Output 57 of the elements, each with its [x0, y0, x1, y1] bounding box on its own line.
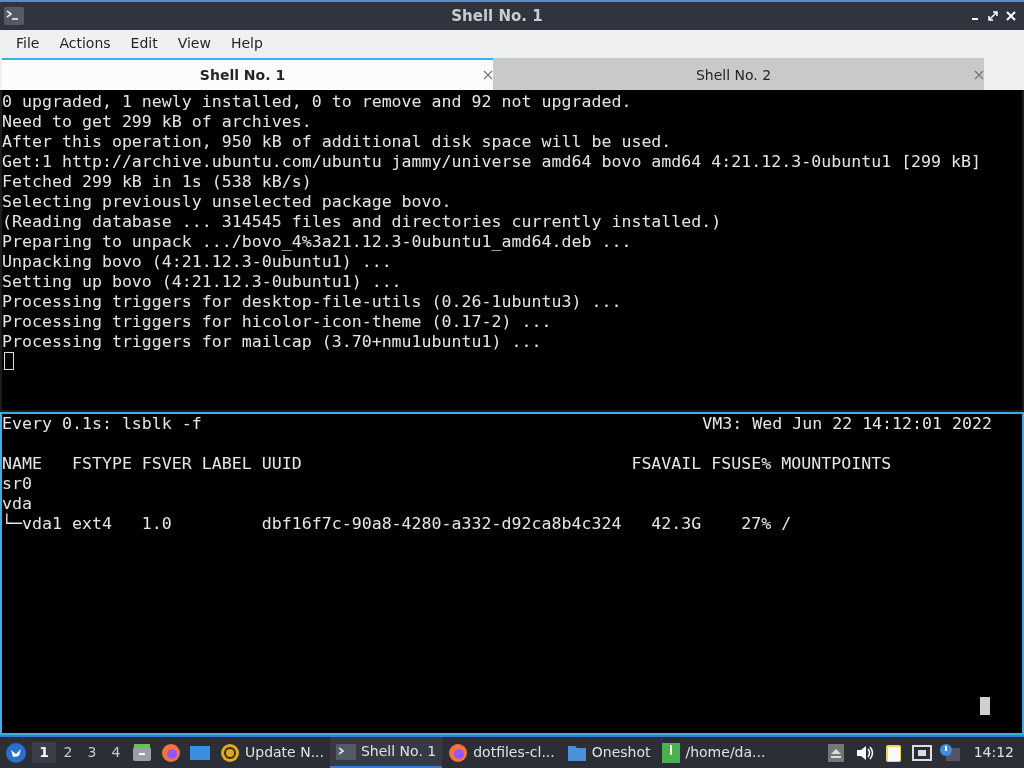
terminal-line: Unpacking bovo (4:21.12.3-0ubuntu1) ...: [2, 252, 393, 272]
taskbar-button[interactable]: /home/da...: [656, 737, 772, 768]
network-icon[interactable]: [911, 744, 932, 761]
text-cursor: [4, 352, 14, 370]
terminal-line: Setting up bovo (4:21.12.3-0ubuntu1) ...: [2, 272, 403, 292]
host-time: VM3: Wed Jun 22 14:12:01 2022: [702, 414, 992, 434]
terminal-icon: [4, 7, 24, 25]
browser-icon: [448, 742, 469, 763]
taskbar-button[interactable]: Shell No. 1: [330, 737, 443, 768]
terminal-line: Processing triggers for desktop-file-utils (0.26-1ubuntu3) ...: [2, 292, 623, 312]
terminal-line: Selecting previously unselected package bovo.: [2, 192, 453, 212]
speaker-icon[interactable]: [855, 744, 874, 761]
taskbar-button[interactable]: dotfiles-cl...: [442, 737, 561, 768]
browser-icon[interactable]: [161, 742, 181, 763]
terminal-line: NAME FSTYPE FSVER LABEL UUID FSAVAIL FSUSE% MOUNTPOINTS: [2, 454, 893, 474]
terminal-line: └─vda1 ext4 1.0 dbf16f7c-90a8-4280-a332-d92ca8b4c324 42.3G 27% /: [2, 514, 793, 534]
terminal-line: Need to get 299 kB of archives.: [2, 112, 313, 132]
menu-item[interactable]: Actions: [51, 32, 119, 54]
menu-item[interactable]: File: [8, 32, 48, 54]
app-menu-icon[interactable]: [6, 742, 26, 763]
terminal-line: (Reading database ... 314545 files and directories currently installed.): [2, 212, 723, 232]
tab[interactable]: Shell No. 2: [493, 58, 984, 90]
terminal-line: Processing triggers for mailcap (3.70+nmu1ubuntu1) ...: [2, 332, 543, 352]
clipboard-icon[interactable]: [884, 742, 903, 763]
archive-icon: [662, 742, 681, 763]
terminal-line: Fetched 299 kB in 1s (538 kB/s): [2, 172, 313, 192]
window-title: Shell No. 1: [450, 5, 544, 27]
workspace-button[interactable]: 2: [56, 742, 80, 763]
workspace-button[interactable]: 4: [104, 742, 128, 763]
text-cursor: [980, 697, 990, 715]
folder-icon: [566, 743, 587, 762]
terminal-pane[interactable]: Every 0.1s: lsblk -f VM3: Wed Jun 22 14:12:01 2022 NAME FSTYPE FSVER LABEL UUID FSAVAIL FSUSE% MOUNTPOINTS sr0 vda └─vda1 ext4 1.0 dbf16f7c-90a8-4280-a332-d92ca8b4c324 42.3G 27% /: [0, 412, 1024, 735]
terminal-line: Get:1 http://archive.ubuntu.com/ubuntu jammy/universe amd64 bovo amd64 4:21.12.3-0ubuntu1 [299 kB]: [2, 152, 983, 172]
maximize-icon[interactable]: [988, 11, 998, 21]
watch-command: Every 0.1s: lsblk -f: [2, 414, 202, 434]
tab[interactable]: Shell No. 1: [2, 58, 493, 90]
clock[interactable]: 14:12: [973, 742, 1014, 763]
update-icon: [220, 742, 240, 763]
eject-icon[interactable]: [827, 743, 844, 762]
menu-item[interactable]: Help: [222, 32, 271, 54]
terminal-pane[interactable]: [0, 90, 1024, 412]
terminal-line: 0 upgraded, 1 newly installed, 0 to remove and 92 not upgraded.: [2, 92, 633, 112]
terminal-line: sr0: [2, 474, 33, 494]
terminal-line: vda: [2, 494, 33, 513]
notification-icon[interactable]: [939, 743, 960, 762]
taskbar-button[interactable]: Update N...: [214, 737, 330, 768]
workspace-button[interactable]: 3: [80, 742, 104, 763]
window-icon[interactable]: [190, 744, 210, 761]
workspace-button[interactable]: 1: [32, 742, 56, 763]
terminal-icon: [336, 743, 356, 760]
taskbar-button[interactable]: Oneshot: [560, 737, 657, 768]
menu-item[interactable]: View: [169, 32, 219, 54]
terminal-line: Processing triggers for hicolor-icon-theme (0.17-2) ...: [2, 312, 553, 332]
file-cabinet-icon[interactable]: [132, 743, 152, 762]
menu-item[interactable]: Edit: [122, 32, 166, 54]
terminal-line: After this operation, 950 kB of additional disk space will be used.: [2, 132, 673, 152]
terminal-line: Preparing to unpack .../bovo_4%3a21.12.3-0ubuntu1_amd64.deb ...: [2, 232, 633, 252]
